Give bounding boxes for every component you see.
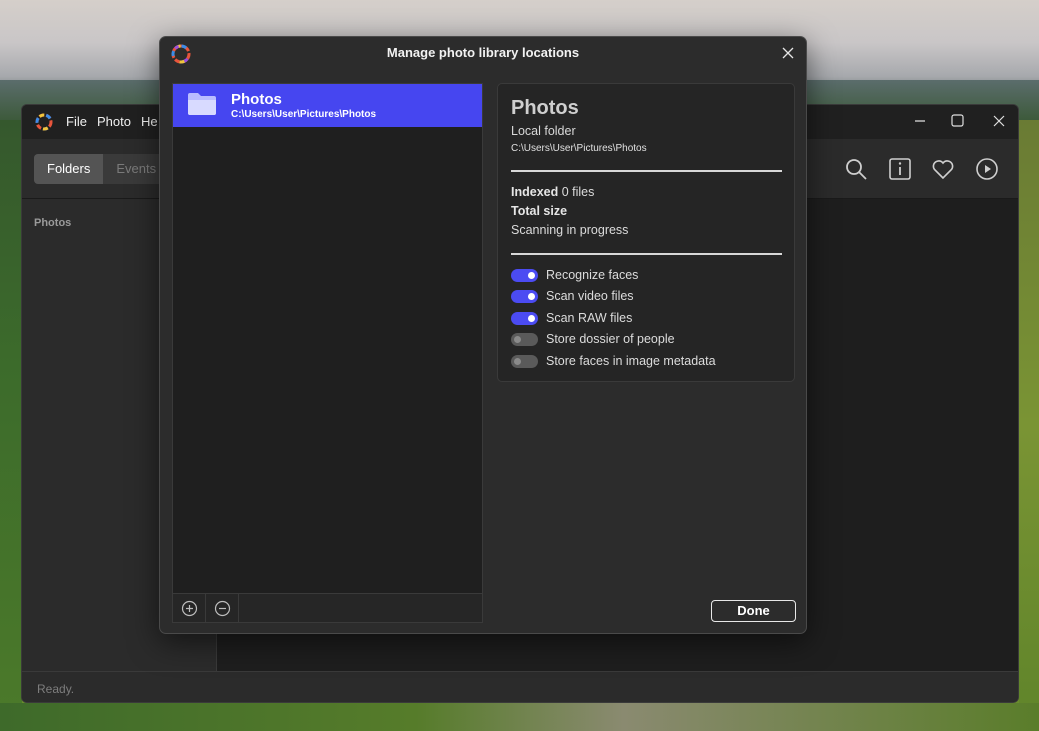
close-icon xyxy=(782,47,794,59)
tab-folders[interactable]: Folders xyxy=(34,154,104,184)
option-scan-video[interactable]: Scan video files xyxy=(511,288,781,306)
option-label: Store faces in image metadata xyxy=(546,354,716,368)
option-label: Scan RAW files xyxy=(546,311,633,325)
menu-bar: File Photo He xyxy=(66,114,158,129)
menu-file[interactable]: File xyxy=(66,114,87,129)
minimize-icon xyxy=(915,120,925,122)
toggle-switch[interactable] xyxy=(511,290,538,303)
total-size: Total size xyxy=(511,204,567,218)
maximize-icon xyxy=(950,114,964,127)
toggle-switch[interactable] xyxy=(511,312,538,325)
toggle-switch[interactable] xyxy=(511,269,538,282)
dialog-title: Manage photo library locations xyxy=(386,45,580,60)
menu-photo[interactable]: Photo xyxy=(97,114,131,129)
minus-circle-icon xyxy=(214,600,231,617)
status-bar: Ready. xyxy=(22,671,1018,702)
option-label: Scan video files xyxy=(546,289,634,303)
app-logo-icon xyxy=(35,113,53,131)
detail-name: Photos xyxy=(511,97,579,119)
wallpaper-field-left xyxy=(0,120,22,731)
indexed-count: Indexed 0 files xyxy=(511,185,594,199)
info-icon[interactable] xyxy=(888,157,912,181)
locations-list: Photos C:\Users\User\Pictures\Photos xyxy=(172,83,483,623)
option-label: Recognize faces xyxy=(546,268,639,282)
search-icon[interactable] xyxy=(844,157,868,181)
option-recognize-faces[interactable]: Recognize faces xyxy=(511,267,781,285)
detail-path: C:\Users\User\Pictures\Photos xyxy=(511,143,647,154)
dialog-close-button[interactable] xyxy=(778,43,798,63)
locations-actions xyxy=(173,593,482,623)
done-button[interactable]: Done xyxy=(711,600,796,622)
wallpaper-field-right xyxy=(1019,120,1039,731)
toggle-switch[interactable] xyxy=(511,355,538,368)
location-name: Photos xyxy=(231,91,282,108)
remove-location-button[interactable] xyxy=(206,594,239,623)
maximize-button[interactable] xyxy=(947,112,967,132)
heart-icon[interactable] xyxy=(931,157,955,181)
wallpaper-field-bottom xyxy=(0,703,1039,731)
status-text: Ready. xyxy=(37,682,75,696)
location-path: C:\Users\User\Pictures\Photos xyxy=(231,109,377,120)
sidebar-title: Photos xyxy=(34,217,72,229)
detail-type: Local folder xyxy=(511,124,576,138)
option-store-dossier[interactable]: Store dossier of people xyxy=(511,331,781,349)
option-store-faces-metadata[interactable]: Store faces in image metadata xyxy=(511,353,781,371)
add-location-button[interactable] xyxy=(173,594,206,623)
indexed-label: Indexed xyxy=(511,185,559,199)
location-item-photos[interactable]: Photos C:\Users\User\Pictures\Photos xyxy=(173,84,482,127)
window-close-button[interactable] xyxy=(989,112,1009,132)
option-label: Store dossier of people xyxy=(546,332,675,346)
close-icon xyxy=(993,115,1005,127)
total-size-label: Total size xyxy=(511,204,568,218)
location-details: Photos Local folder C:\Users\User\Pictur… xyxy=(497,83,795,382)
option-scan-raw[interactable]: Scan RAW files xyxy=(511,310,781,328)
view-tabs: Folders Events xyxy=(34,154,170,184)
folder-icon xyxy=(188,93,216,115)
scan-status: Scanning in progress xyxy=(511,223,629,237)
minimize-button[interactable] xyxy=(910,112,930,132)
menu-help[interactable]: He xyxy=(141,114,158,129)
plus-circle-icon xyxy=(181,600,198,617)
play-icon[interactable] xyxy=(975,157,999,181)
indexed-value: 0 files xyxy=(561,185,595,199)
manage-locations-dialog: Manage photo library locations Photos C:… xyxy=(159,36,807,634)
divider xyxy=(511,170,782,172)
divider xyxy=(511,253,782,255)
toggle-switch[interactable] xyxy=(511,333,538,346)
